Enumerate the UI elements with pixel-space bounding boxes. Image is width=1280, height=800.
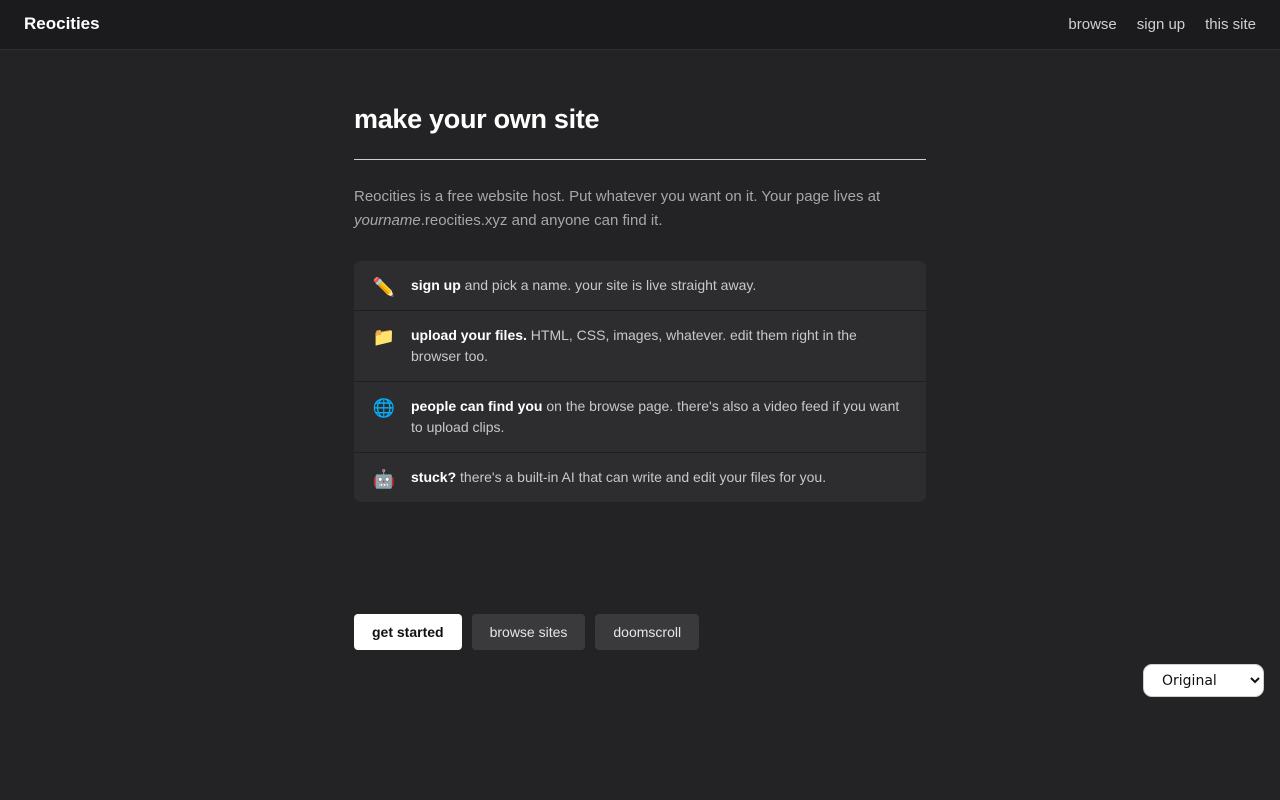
nav-this-site[interactable]: this site [1205, 16, 1256, 33]
feature-title: stuck? [411, 469, 457, 485]
folder-icon: 📁 [372, 327, 396, 347]
feature-item-ai: 🤖 stuck? there's a built-in AI that can … [354, 452, 926, 502]
top-nav: browse sign up this site [1068, 16, 1256, 33]
intro-tail: and anyone can find it. [507, 212, 663, 229]
globe-icon: 🌐 [372, 398, 396, 418]
feature-item-upload: 📁 upload your files. HTML, CSS, images, … [354, 310, 926, 381]
browse-sites-button[interactable]: browse sites [471, 614, 586, 650]
style-select-container: Original [1143, 664, 1264, 697]
get-started-button[interactable]: get started [354, 614, 462, 650]
feature-item-find: 🌐 people can find you on the browse page… [354, 381, 926, 452]
feature-item-sign-up: ✏️ sign up and pick a name. your site is… [354, 261, 926, 310]
top-bar: Reocities browse sign up this site [0, 0, 1280, 50]
feature-title: sign up [411, 277, 461, 293]
nav-sign-up[interactable]: sign up [1137, 16, 1185, 33]
feature-text: and pick a name. your site is live strai… [460, 277, 757, 293]
feature-title: people can find you [411, 398, 543, 414]
intro-paragraph: Reocities is a free website host. Put wh… [354, 185, 926, 233]
feature-title: upload your files. [411, 327, 527, 343]
nav-browse[interactable]: browse [1068, 16, 1116, 33]
site-logo[interactable]: Reocities [24, 14, 100, 34]
robot-icon: 🤖 [372, 469, 396, 489]
feature-list: ✏️ sign up and pick a name. your site is… [354, 261, 926, 502]
intro-yourname: yourname [354, 212, 421, 229]
action-buttons: get started browse sites doomscroll [354, 614, 700, 650]
pencil-icon: ✏️ [372, 277, 396, 297]
title-divider [354, 159, 926, 160]
intro-domain: .reocities.xyz [420, 212, 508, 229]
page-title: make your own site [354, 104, 600, 134]
intro-lead: Reocities is a free website host. Put wh… [354, 188, 881, 205]
style-select[interactable]: Original [1143, 664, 1264, 697]
feature-text: there's a built-in AI that can write and… [456, 469, 827, 485]
doomscroll-button[interactable]: doomscroll [595, 614, 700, 650]
